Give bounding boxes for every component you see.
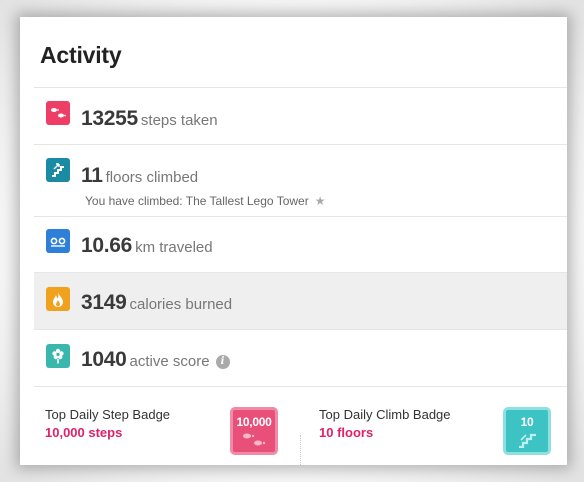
step-badge-info: Top Daily Step Badge 10,000 steps <box>45 407 170 440</box>
calories-count: 3149 <box>81 291 127 314</box>
floors-achievement: You have climbed: The Tallest Lego Tower… <box>85 194 325 208</box>
step-badge-value: 10,000 steps <box>45 425 123 440</box>
floors-stat: 11 floors climbed <box>81 164 198 188</box>
active-score-unit: active score <box>129 353 210 370</box>
calories-unit: calories burned <box>129 296 233 313</box>
climb-badge-title: Top Daily Climb Badge <box>319 407 451 422</box>
distance-unit: km traveled <box>135 239 213 256</box>
badge-divider <box>300 435 301 465</box>
stairs-icon <box>519 433 536 448</box>
active-score-stat: 1040 active score i <box>81 348 230 372</box>
step-badge-title: Top Daily Step Badge <box>45 407 171 422</box>
footsteps-icon <box>243 433 266 446</box>
floors-count: 11 <box>81 164 103 187</box>
calories-row[interactable]: 3149 calories burned <box>34 273 567 330</box>
step-badge-label: 10,000 <box>236 415 272 429</box>
card-title: Activity <box>40 42 122 68</box>
stairs-icon <box>46 158 70 182</box>
star-icon[interactable]: ★ <box>315 194 326 208</box>
info-icon[interactable]: i <box>215 355 230 369</box>
flame-icon <box>46 287 70 311</box>
badges-section: Top Daily Step Badge 10,000 steps 10,000… <box>20 387 567 465</box>
flower-icon <box>46 344 70 368</box>
active-score-row[interactable]: 1040 active score i <box>34 330 567 387</box>
distance-icon <box>46 229 70 253</box>
floors-achievement-text: You have climbed: The Tallest Lego Tower <box>85 194 309 208</box>
steps-unit: steps taken <box>140 112 218 129</box>
distance-value: 10.66 <box>81 234 133 257</box>
floors-row[interactable]: 11 floors climbed You have climbed: The T… <box>34 145 567 217</box>
steps-row[interactable]: 13255 steps taken <box>34 88 567 145</box>
calories-stat: 3149 calories burned <box>81 291 232 315</box>
climb-badge-label: 10 <box>520 415 534 429</box>
footsteps-icon <box>46 101 70 125</box>
active-score-value: 1040 <box>81 348 127 371</box>
climb-badge-info: Top Daily Climb Badge 10 floors <box>319 407 451 440</box>
climb-badge-value: 10 floors <box>319 425 374 440</box>
floors-unit: floors climbed <box>105 169 199 186</box>
distance-stat: 10.66 km traveled <box>81 234 213 258</box>
steps-count: 13255 <box>81 107 138 130</box>
steps-stat: 13255 steps taken <box>81 107 218 131</box>
activity-card: Activity 13255 steps taken 11 floors climb… <box>20 17 567 465</box>
distance-row[interactable]: 10.66 km traveled <box>34 217 567 273</box>
climb-badge-image[interactable]: 10 <box>503 407 551 455</box>
step-badge-image[interactable]: 10,000 <box>230 407 278 455</box>
